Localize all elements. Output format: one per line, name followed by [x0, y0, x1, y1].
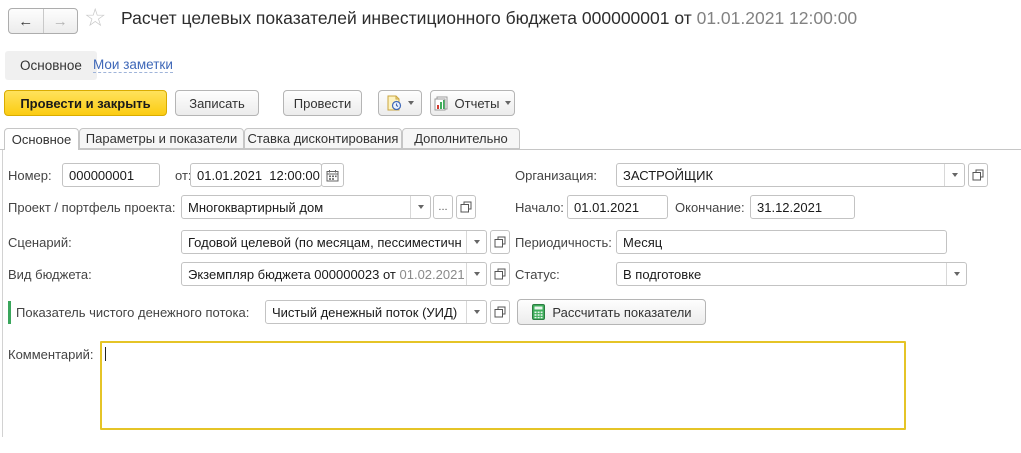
end-date-field[interactable]: 31.12.2021: [750, 195, 855, 219]
tabstrip-divider: [0, 149, 1021, 150]
page-title: Расчет целевых показателей инвестиционно…: [121, 8, 858, 28]
status-dropdown-button[interactable]: [946, 263, 966, 285]
reports-label: Отчеты: [454, 95, 500, 111]
open-icon: [494, 306, 506, 318]
my-notes-link[interactable]: Мои заметки: [93, 57, 173, 73]
budget-kind-date: 01.02.2021: [395, 266, 465, 282]
back-button[interactable]: ←: [9, 9, 44, 33]
post-label: Провести: [293, 95, 352, 111]
document-clock-icon: [386, 95, 402, 111]
dropdown-caret-icon: [473, 310, 480, 314]
post-and-close-button[interactable]: Провести и закрыть: [4, 90, 167, 116]
scenario-label: Сценарий:: [8, 235, 72, 250]
forward-button[interactable]: →: [44, 9, 78, 33]
save-label: Записать: [189, 95, 245, 111]
scenario-field[interactable]: Годовой целевой (по месяцам, пессиместич…: [181, 230, 487, 254]
tab-params-indicators[interactable]: Параметры и показатели: [79, 128, 244, 149]
dropdown-caret-icon: [473, 272, 480, 276]
project-label: Проект / портфель проекта:: [8, 200, 176, 215]
organization-label: Организация:: [515, 168, 598, 183]
history-nav-group: ← →: [8, 8, 78, 34]
start-label: Начало:: [515, 200, 564, 215]
post-and-close-label: Провести и закрыть: [20, 95, 151, 111]
dropdown-caret-icon: [505, 101, 512, 105]
project-ellipsis-button[interactable]: ...: [433, 195, 453, 219]
open-icon: [972, 169, 984, 181]
periodicity-field[interactable]: Месяц: [616, 230, 947, 254]
required-field-marker: [8, 301, 11, 324]
save-button[interactable]: Записать: [175, 90, 259, 116]
calculate-indicators-button[interactable]: Рассчитать показатели: [517, 299, 706, 325]
forward-arrow-icon: →: [52, 12, 68, 30]
status-label: Статус:: [515, 267, 560, 282]
open-icon: [494, 268, 506, 280]
text-cursor: [105, 347, 106, 361]
status-field[interactable]: В подготовке: [616, 262, 967, 286]
periodicity-label: Периодичность:: [515, 235, 612, 250]
calendar-button[interactable]: [321, 163, 344, 187]
tab-main[interactable]: Основное: [4, 128, 79, 150]
cashflow-open-button[interactable]: [490, 300, 510, 324]
calculator-icon: [531, 304, 546, 320]
back-arrow-icon: ←: [18, 12, 34, 30]
nav-tab-main[interactable]: Основное: [5, 51, 97, 80]
organization-dropdown-button[interactable]: [944, 164, 964, 186]
tab-discount-rate[interactable]: Ставка дисконтирования: [244, 128, 402, 149]
number-label: Номер:: [8, 168, 52, 183]
start-date-field[interactable]: 01.01.2021: [567, 195, 668, 219]
project-field[interactable]: Многоквартирный дом: [181, 195, 431, 219]
dropdown-caret-icon: [417, 205, 424, 209]
reports-icon: [434, 96, 449, 111]
favorite-star-icon[interactable]: ☆: [84, 4, 106, 32]
dropdown-caret-icon: [951, 173, 958, 177]
organization-open-button[interactable]: [968, 163, 988, 187]
project-open-button[interactable]: [456, 195, 476, 219]
scenario-open-button[interactable]: [490, 230, 510, 254]
cashflow-dropdown-button[interactable]: [466, 301, 486, 323]
organization-field[interactable]: ЗАСТРОЙЩИК: [616, 163, 965, 187]
dropdown-caret-icon: [408, 101, 414, 105]
calendar-icon: [326, 169, 339, 182]
create-based-on-button[interactable]: [378, 90, 422, 116]
project-dropdown-button[interactable]: [410, 196, 430, 218]
date-field[interactable]: 01.01.2021 12:00:00: [190, 163, 322, 187]
calculate-indicators-label: Рассчитать показатели: [552, 304, 692, 320]
budget-kind-label: Вид бюджета:: [8, 267, 92, 282]
post-button[interactable]: Провести: [283, 90, 362, 116]
budget-kind-dropdown-button[interactable]: [466, 263, 486, 285]
cashflow-label: Показатель чистого денежного потока:: [16, 305, 250, 320]
content-left-border: [2, 150, 3, 437]
open-icon: [460, 201, 472, 213]
end-label: Окончание:: [675, 200, 745, 215]
dropdown-caret-icon: [953, 272, 960, 276]
budget-kind-open-button[interactable]: [490, 262, 510, 286]
tab-additional[interactable]: Дополнительно: [402, 128, 520, 149]
title-datetime: 01.01.2021 12:00:00: [696, 8, 858, 28]
dropdown-caret-icon: [473, 240, 480, 244]
comment-label: Комментарий:: [8, 347, 94, 362]
cashflow-field[interactable]: Чистый денежный поток (УИД): [265, 300, 487, 324]
document-form-window: ← → ☆ Расчет целевых показателей инвести…: [0, 0, 1021, 453]
open-icon: [494, 236, 506, 248]
budget-kind-field[interactable]: Экземпляр бюджета 000000023 от 01.02.202…: [181, 262, 487, 286]
scenario-dropdown-button[interactable]: [466, 231, 486, 253]
number-field[interactable]: 000000001: [62, 163, 160, 187]
reports-button[interactable]: Отчеты: [430, 90, 515, 116]
ellipsis-icon: ...: [438, 201, 448, 213]
comment-textarea[interactable]: [100, 341, 906, 430]
